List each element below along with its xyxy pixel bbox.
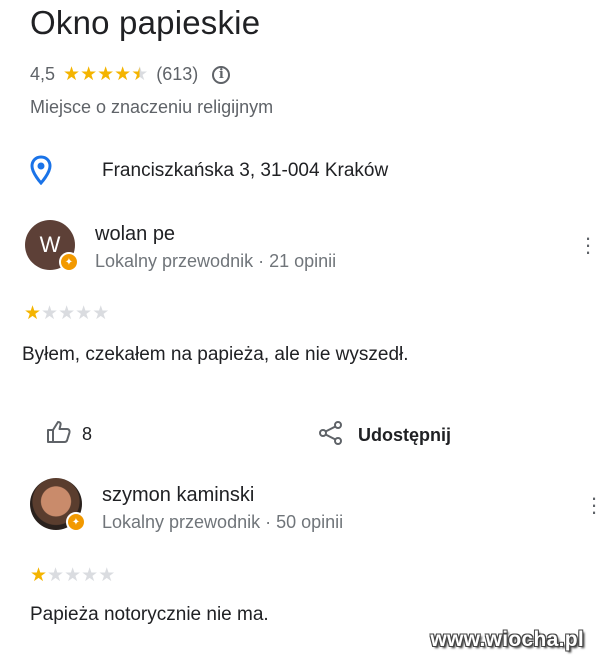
avatar[interactable]: ✦: [30, 478, 86, 532]
avatar[interactable]: W ✦: [25, 220, 79, 272]
review-stars: ★ ★ ★ ★ ★: [24, 304, 109, 323]
star-icon: ★: [97, 64, 115, 85]
info-icon[interactable]: i: [212, 65, 231, 84]
star-icon: ★: [75, 303, 93, 324]
star-icon: ★: [98, 565, 116, 586]
review-author[interactable]: szymon kaminski: [102, 484, 254, 507]
more-vert-icon[interactable]: · · ·: [590, 487, 598, 523]
review-stars: ★ ★ ★ ★ ★: [30, 566, 115, 585]
avatar-letter: W: [39, 232, 61, 257]
location-pin-icon: [30, 155, 52, 190]
star-icon: ★: [58, 303, 76, 324]
like-button[interactable]: 8: [46, 420, 92, 449]
rating-value: 4,5: [30, 64, 56, 84]
star-icon: ★: [24, 303, 42, 324]
star-icon: ★: [41, 303, 59, 324]
more-vert-icon[interactable]: · · ·: [584, 227, 592, 263]
star-icon: ★: [47, 565, 65, 586]
share-label: Udostępnij: [358, 425, 451, 445]
review-count[interactable]: (613): [156, 64, 198, 85]
share-button[interactable]: Udostępnij: [318, 420, 451, 451]
watermark: www.wiocha.pl: [430, 628, 584, 651]
review-text: Byłem, czekałem na papieża, ale nie wysz…: [22, 344, 409, 365]
share-icon: [318, 420, 344, 451]
star-icon: ★: [81, 565, 99, 586]
review-author[interactable]: wolan pe: [95, 223, 175, 246]
star-icon: ★: [64, 565, 82, 586]
address-text[interactable]: Franciszkańska 3, 31-004 Kraków: [102, 160, 388, 182]
star-icon: ★: [30, 565, 48, 586]
rating-stars: ★ ★ ★ ★ ★: [63, 65, 148, 84]
place-category: Miejsce o znaczeniu religijnym: [30, 97, 274, 117]
review-author-subtitle: Lokalny przewodnik · 21 opinii: [95, 251, 337, 271]
local-guide-badge-icon: ✦: [66, 512, 86, 532]
thumbs-up-icon: [46, 420, 72, 449]
star-icon: ★: [63, 64, 81, 85]
half-star-icon: ★: [131, 64, 149, 85]
star-icon: ★: [114, 64, 132, 85]
review-text: Papieża notorycznie nie ma.: [30, 604, 269, 625]
like-count: 8: [82, 424, 93, 444]
local-guide-badge-icon: ✦: [59, 252, 79, 272]
rating-row: 4,5 ★ ★ ★ ★ ★ (613) i: [30, 64, 231, 85]
star-icon: ★: [92, 303, 110, 324]
place-title: Okno papieskie: [30, 4, 261, 41]
review-author-subtitle: Lokalny przewodnik · 50 opinii: [102, 512, 344, 532]
star-icon: ★: [80, 64, 98, 85]
